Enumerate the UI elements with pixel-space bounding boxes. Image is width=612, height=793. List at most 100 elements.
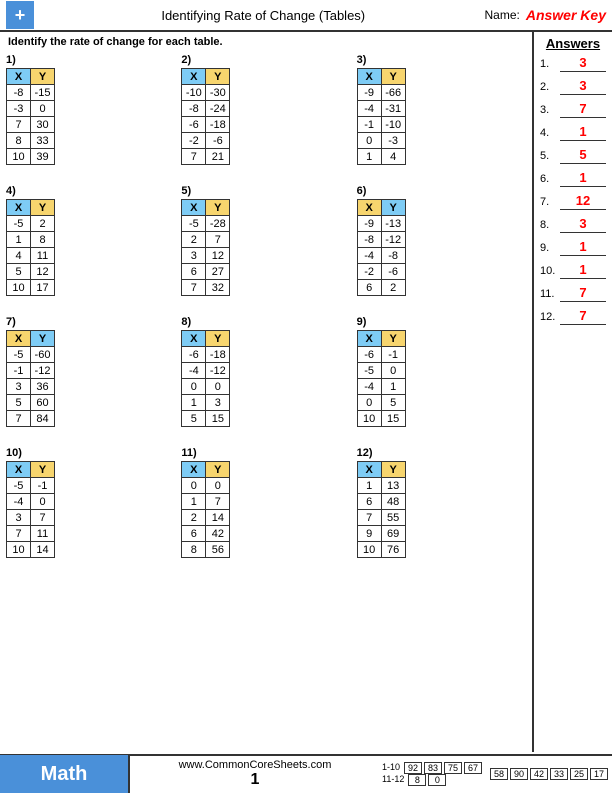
x-value: 9 (357, 526, 381, 542)
x-value: 10 (357, 542, 381, 558)
x-value: -6 (357, 347, 381, 363)
y-value: 84 (31, 411, 55, 427)
table-row: -4-12 (182, 363, 230, 379)
stat-row-2: 11-12 8 0 (380, 774, 482, 786)
answer-value: 1 (560, 124, 606, 141)
answer-item: 3.7 (540, 101, 606, 118)
y-value: -1 (31, 478, 55, 494)
problem-number: 2) (181, 54, 348, 66)
x-value: 7 (182, 149, 206, 165)
problem-section-row: 4)XY-521841151210175)XY-5-28273126277326… (6, 185, 524, 304)
y-value: -12 (31, 363, 55, 379)
problem-number: 9) (357, 316, 524, 328)
xy-table: XY-10-30-8-24-6-18-2-6721 (181, 68, 230, 165)
problem-number: 5) (181, 185, 348, 197)
answer-value: 3 (560, 78, 606, 95)
table-row: 18 (7, 232, 55, 248)
answer-key-label: Answer Key (526, 7, 606, 23)
y-value: 36 (31, 379, 55, 395)
y-value: 3 (206, 395, 230, 411)
answer-value: 1 (560, 262, 606, 279)
table-row: 62 (357, 280, 405, 296)
x-value: -5 (182, 216, 206, 232)
y-value: 60 (31, 395, 55, 411)
table-row: 833 (7, 133, 55, 149)
table-row: 560 (7, 395, 55, 411)
y-value: -1 (381, 347, 405, 363)
table-row: -10-30 (182, 85, 230, 101)
problem: 2)XY-10-30-8-24-6-18-2-6721 (181, 54, 348, 165)
x-value: 3 (182, 248, 206, 264)
x-value: 10 (357, 411, 381, 427)
table-row: 856 (182, 542, 230, 558)
table-row: -4-8 (357, 248, 405, 264)
y-value: -60 (31, 347, 55, 363)
table-row: -40 (7, 494, 55, 510)
y-value: 76 (381, 542, 405, 558)
x-value: -5 (357, 363, 381, 379)
y-value: 14 (206, 510, 230, 526)
table-row: -1-12 (7, 363, 55, 379)
x-header: X (182, 331, 206, 347)
problem-section-row: 1)XY-8-15-3073083310392)XY-10-30-8-24-6-… (6, 54, 524, 173)
table-row: -41 (357, 379, 405, 395)
answer-value: 12 (560, 193, 606, 210)
answer-value: 7 (560, 308, 606, 325)
x-value: 10 (7, 149, 31, 165)
y-value: 2 (381, 280, 405, 296)
y-value: 48 (381, 494, 405, 510)
footer: Math www.CommonCoreSheets.com 1 1-10 92 … (0, 754, 612, 792)
answer-value: 7 (560, 285, 606, 302)
y-value: 1 (381, 379, 405, 395)
x-value: -6 (182, 347, 206, 363)
y-header: Y (381, 69, 405, 85)
table-row: -4-31 (357, 101, 405, 117)
x-value: -4 (357, 379, 381, 395)
answer-value: 1 (560, 239, 606, 256)
y-value: 7 (206, 232, 230, 248)
answer-item: 11.7 (540, 285, 606, 302)
y-value: 0 (381, 363, 405, 379)
x-value: 5 (7, 264, 31, 280)
x-value: 6 (357, 494, 381, 510)
y-header: Y (31, 69, 55, 85)
x-value: -8 (7, 85, 31, 101)
x-value: -4 (357, 101, 381, 117)
xy-table: XY-9-13-8-12-4-8-2-662 (357, 199, 406, 296)
xy-table: XY1136487559691076 (357, 461, 406, 558)
table-row: 00 (182, 379, 230, 395)
table-row: -2-6 (182, 133, 230, 149)
y-value: -10 (381, 117, 405, 133)
y-header: Y (31, 462, 55, 478)
name-label: Name: (485, 8, 520, 22)
table-row: -50 (357, 363, 405, 379)
answer-value: 7 (560, 101, 606, 118)
x-value: -5 (7, 347, 31, 363)
xy-table: XY-6-1-50-41051015 (357, 330, 406, 427)
table-row: 784 (7, 411, 55, 427)
table-row: -52 (7, 216, 55, 232)
y-value: 15 (381, 411, 405, 427)
stat-box: 33 (550, 768, 568, 780)
stat-box: 67 (464, 762, 482, 774)
logo-icon: + (6, 1, 34, 29)
x-value: 5 (182, 411, 206, 427)
x-value: 7 (7, 411, 31, 427)
stat-box: 0 (428, 774, 446, 786)
main-content: 1)XY-8-15-3073083310392)XY-10-30-8-24-6-… (0, 52, 530, 580)
y-value: -15 (31, 85, 55, 101)
y-value: 2 (31, 216, 55, 232)
answer-number: 3. (540, 104, 560, 116)
stat-row-1: 1-10 92 83 75 67 (380, 762, 482, 774)
x-value: 1 (357, 478, 381, 494)
answer-number: 10. (540, 265, 560, 277)
table-row: -9-66 (357, 85, 405, 101)
problem-number: 1) (6, 54, 173, 66)
footer-website: www.CommonCoreSheets.com (179, 759, 332, 771)
x-value: 1 (182, 494, 206, 510)
y-header: Y (206, 331, 230, 347)
x-value: -2 (182, 133, 206, 149)
y-value: -13 (381, 216, 405, 232)
x-value: -8 (182, 101, 206, 117)
x-value: -3 (7, 101, 31, 117)
